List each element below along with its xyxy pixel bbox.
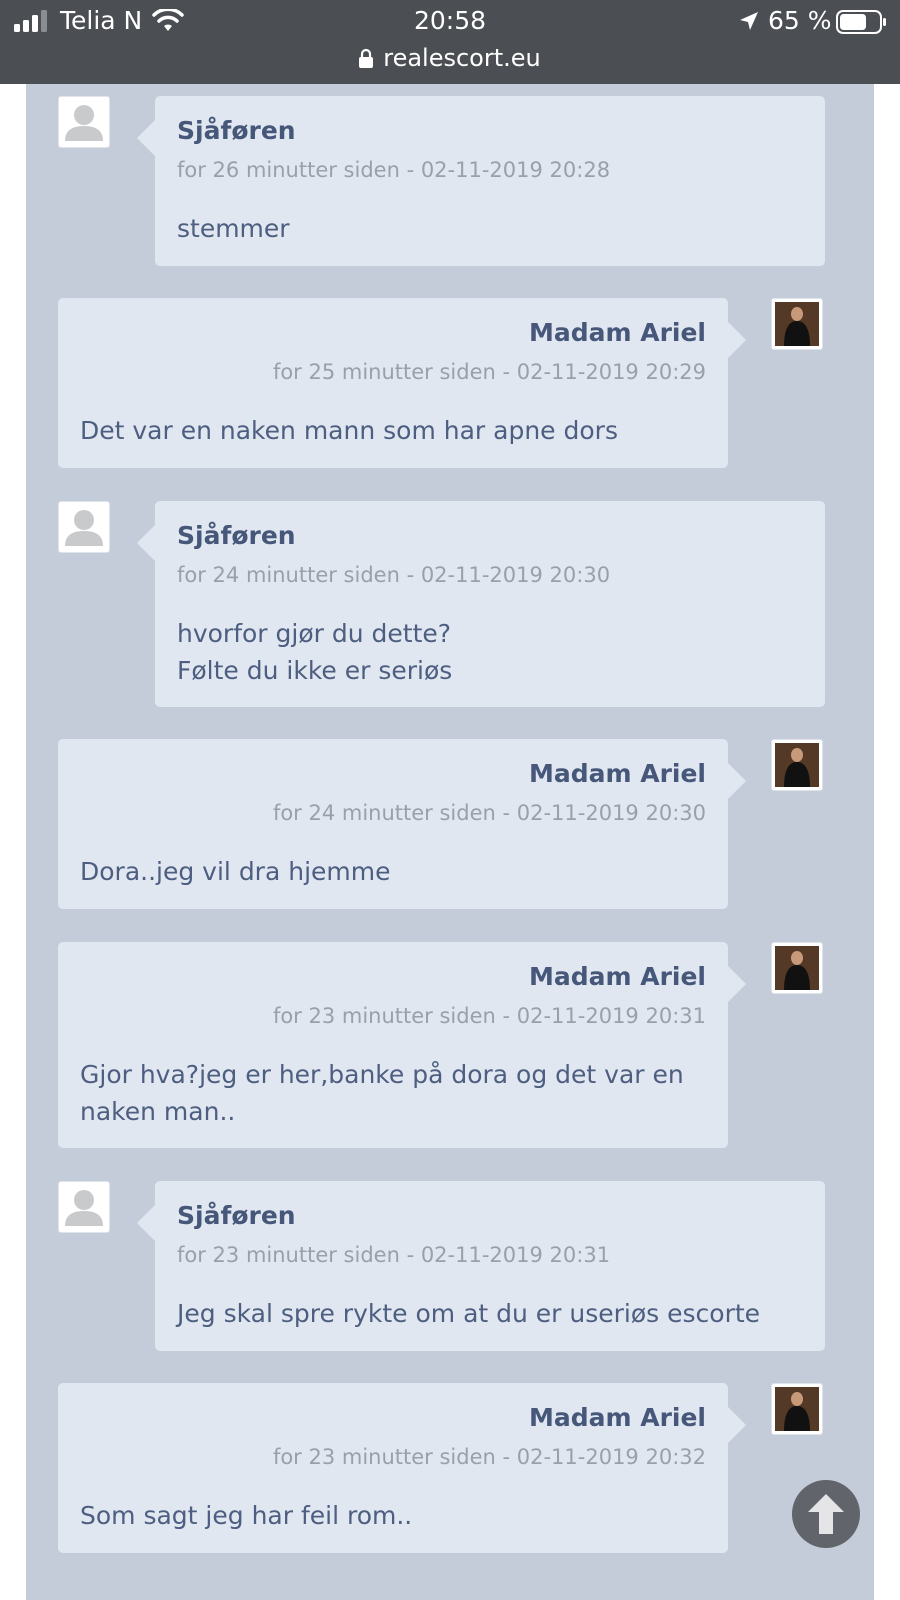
- user-silhouette-icon: [65, 1190, 103, 1226]
- avatar-placeholder[interactable]: [58, 501, 110, 553]
- battery-percentage: 65 %: [768, 6, 832, 35]
- sender-name[interactable]: Sjåføren: [177, 116, 296, 145]
- message-timestamp: for 25 minutter siden - 02-11-2019 20:29: [272, 360, 706, 384]
- message-timestamp: for 26 minutter siden - 02-11-2019 20:28: [177, 158, 611, 182]
- clock-time: 20:58: [413, 6, 487, 35]
- message-timestamp: for 24 minutter siden - 02-11-2019 20:30: [177, 563, 611, 587]
- sender-name[interactable]: Sjåføren: [177, 1201, 296, 1230]
- sender-name[interactable]: Madam Ariel: [529, 318, 706, 347]
- profile-photo-thumbnail: [775, 302, 819, 346]
- message-text: Som sagt jeg har feil rom..: [80, 1501, 413, 1530]
- avatar-photo[interactable]: [771, 298, 823, 350]
- message-text: hvorfor gjør du dette? Følte du ikke er …: [177, 619, 453, 685]
- message-text: stemmer: [177, 214, 290, 243]
- profile-photo-thumbnail: [775, 1387, 819, 1431]
- message-timestamp: for 23 minutter siden - 02-11-2019 20:31: [272, 1004, 706, 1028]
- profile-photo-thumbnail: [775, 743, 819, 787]
- avatar-photo[interactable]: [771, 942, 823, 994]
- message-text: Det var en naken mann som har apne dors: [80, 416, 618, 445]
- message-bubble: Sjåføren for 24 minutter siden - 02-11-2…: [137, 501, 825, 707]
- user-silhouette-icon: [65, 105, 103, 141]
- message-bubble: Sjåføren for 26 minutter siden - 02-11-2…: [137, 96, 825, 266]
- status-bar: Telia N 20:58 65 % realescort.eu: [0, 0, 900, 84]
- message-bubble: Madam Ariel for 23 minutter siden - 02-1…: [58, 1383, 746, 1553]
- message-timestamp: for 23 minutter siden - 02-11-2019 20:31: [177, 1243, 611, 1267]
- message-timestamp: for 23 minutter siden - 02-11-2019 20:32: [272, 1445, 706, 1469]
- message-timestamp: for 24 minutter siden - 02-11-2019 20:30: [272, 801, 706, 825]
- lock-icon: [359, 48, 374, 68]
- sender-name[interactable]: Madam Ariel: [529, 962, 706, 991]
- avatar-photo[interactable]: [771, 739, 823, 791]
- message-bubble: Sjåføren for 23 minutter siden - 02-11-2…: [137, 1181, 825, 1351]
- message-bubble: Madam Ariel for 25 minutter siden - 02-1…: [58, 298, 746, 468]
- address-bar[interactable]: realescort.eu: [0, 44, 900, 72]
- avatar-photo[interactable]: [771, 1383, 823, 1435]
- location-arrow-icon: [740, 12, 758, 30]
- sender-name[interactable]: Madam Ariel: [529, 759, 706, 788]
- message-text: Gjor hva?jeg er her,banke på dora og det…: [80, 1060, 684, 1126]
- message-text: Jeg skal spre rykte om at du er useriøs …: [177, 1299, 761, 1328]
- message-bubble: Madam Ariel for 24 minutter siden - 02-1…: [58, 739, 746, 909]
- battery-icon: [836, 10, 886, 34]
- message-text: Dora..jeg vil dra hjemme: [80, 857, 391, 886]
- avatar-placeholder[interactable]: [58, 96, 110, 148]
- arrow-up-icon: [808, 1494, 844, 1534]
- avatar-placeholder[interactable]: [58, 1181, 110, 1233]
- scroll-to-top-button[interactable]: [792, 1480, 860, 1548]
- profile-photo-thumbnail: [775, 946, 819, 990]
- url-text: realescort.eu: [383, 44, 541, 72]
- sender-name[interactable]: Sjåføren: [177, 521, 296, 550]
- message-bubble: Madam Ariel for 23 minutter siden - 02-1…: [58, 942, 746, 1148]
- user-silhouette-icon: [65, 510, 103, 546]
- sender-name[interactable]: Madam Ariel: [529, 1403, 706, 1432]
